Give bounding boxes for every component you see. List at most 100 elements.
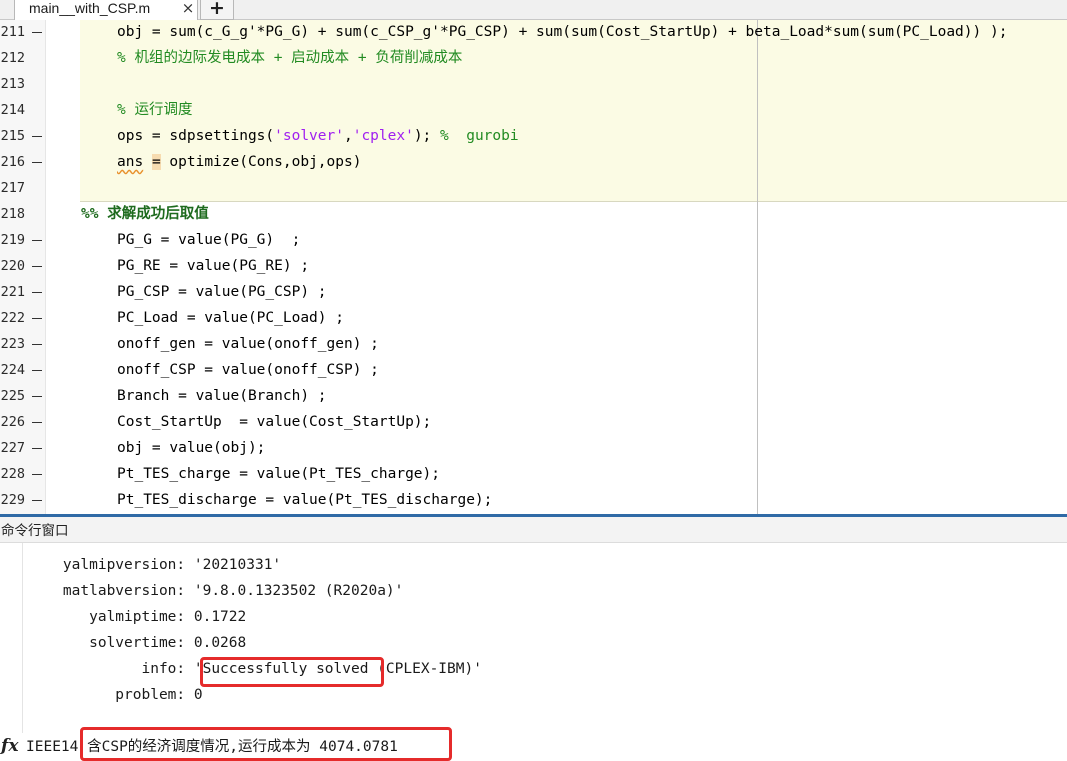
executable-line-marker[interactable] <box>32 448 42 449</box>
executable-line-marker[interactable] <box>32 266 42 267</box>
command-window-title: 命令行窗口 <box>0 517 1067 543</box>
token: onoff_CSP = value(onoff_CSP) ; <box>117 362 379 378</box>
highlight-box-result <box>80 727 452 761</box>
close-icon[interactable]: × <box>179 0 197 18</box>
token: optimize(Cons,obj,ops) <box>160 154 362 170</box>
code-text: onoff_CSP = value(onoff_CSP) ; <box>117 358 379 382</box>
code-line[interactable]: 222 PC_Load = value(PC_Load) ; <box>0 306 1067 332</box>
editor-tab-bar: main__with_CSP.m × + <box>0 0 1067 20</box>
section-header-text: %% 求解成功后取值 <box>81 202 209 226</box>
executable-line-marker[interactable] <box>32 500 42 501</box>
executable-line-marker[interactable] <box>32 136 42 137</box>
code-line[interactable]: 212 % 机组的边际发电成本 + 启动成本 + 负荷削减成本 <box>0 46 1067 72</box>
executable-line-marker[interactable] <box>32 292 42 293</box>
code-line[interactable]: 229 Pt_TES_discharge = value(Pt_TES_disch… <box>0 488 1067 514</box>
code-line[interactable]: 214 % 运行调度 <box>0 98 1067 124</box>
code-text: Cost_StartUp = value(Cost_StartUp); <box>117 410 431 434</box>
line-number: 211 <box>0 24 25 40</box>
token: Pt_TES_charge = value(Pt_TES_charge); <box>117 466 441 482</box>
code-line[interactable]: 215 ops = sdpsettings('solver','cplex'); … <box>0 124 1067 150</box>
token: Pt_TES_discharge = value(Pt_TES_discharg… <box>117 492 493 508</box>
code-line[interactable]: 224 onoff_CSP = value(onoff_CSP) ; <box>0 358 1067 384</box>
executable-line-marker[interactable] <box>32 318 42 319</box>
line-number: 225 <box>0 388 25 404</box>
line-number: 215 <box>0 128 25 144</box>
code-text: PG_CSP = value(PG_CSP) ; <box>117 280 327 304</box>
new-tab-button[interactable]: + <box>200 0 234 20</box>
token-str: 'solver' <box>274 128 344 144</box>
command-window[interactable]: yalmipversion: '20210331' matlabversion:… <box>0 543 1067 761</box>
line-number: 220 <box>0 258 25 274</box>
output-line: matlabversion: '9.8.0.1323502 (R2020a)' <box>28 583 404 599</box>
output-line: yalmipversion: '20210331' <box>28 557 282 573</box>
code-line[interactable]: 216 ans = optimize(Cons,obj,ops) <box>0 150 1067 176</box>
token: % 机组的边际发电成本 + 启动成本 + 负荷削减成本 <box>117 50 463 66</box>
token: onoff_gen = value(onoff_gen) ; <box>117 336 379 352</box>
highlight-box-success <box>200 657 384 687</box>
code-line[interactable]: 220 PG_RE = value(PG_RE) ; <box>0 254 1067 280</box>
line-number: 219 <box>0 232 25 248</box>
code-line[interactable]: 218 %% 求解成功后取值 <box>0 202 1067 228</box>
code-line[interactable]: 227 obj = value(obj); <box>0 436 1067 462</box>
token: obj = sum(c_G_g'*PG_G) + sum(c_CSP_g'*PG… <box>117 24 1008 40</box>
code-line[interactable]: 223 onoff_gen = value(onoff_gen) ; <box>0 332 1067 358</box>
code-text: PG_RE = value(PG_RE) ; <box>117 254 309 278</box>
line-number: 227 <box>0 440 25 456</box>
line-number: 224 <box>0 362 25 378</box>
token: obj = value(obj); <box>117 440 266 456</box>
executable-line-marker[interactable] <box>32 240 42 241</box>
executable-line-marker[interactable] <box>32 32 42 33</box>
code-text: ops = sdpsettings('solver','cplex'); % g… <box>117 124 519 148</box>
line-number: 218 <box>0 206 25 222</box>
comment-text: % 机组的边际发电成本 + 启动成本 + 负荷削减成本 <box>117 46 462 70</box>
code-text: ans = optimize(Cons,obj,ops) <box>117 150 361 174</box>
output-line: yalmiptime: 0.1722 <box>28 609 247 625</box>
token: , <box>343 128 353 144</box>
line-number: 221 <box>0 284 25 300</box>
executable-line-marker[interactable] <box>32 162 42 163</box>
executable-line-marker[interactable] <box>32 370 42 371</box>
line-number: 213 <box>0 76 25 92</box>
code-line[interactable]: 225 Branch = value(Branch) ; <box>0 384 1067 410</box>
code-line[interactable]: 228 Pt_TES_charge = value(Pt_TES_charge); <box>0 462 1067 488</box>
token: ops = sdpsettings( <box>117 128 275 144</box>
code-line[interactable]: 219 PG_G = value(PG_G) ; <box>0 228 1067 254</box>
token-warn: ans <box>117 154 144 170</box>
code-line[interactable]: 217 <box>0 176 1067 202</box>
line-number: 212 <box>0 50 25 66</box>
token: Cost_StartUp = value(Cost_StartUp); <box>117 414 432 430</box>
executable-line-marker[interactable] <box>32 396 42 397</box>
code-line[interactable]: 211 obj = sum(c_G_g'*PG_G) + sum(c_CSP_g'… <box>0 20 1067 46</box>
executable-line-marker[interactable] <box>32 422 42 423</box>
code-line[interactable]: 221 PG_CSP = value(PG_CSP) ; <box>0 280 1067 306</box>
token-str: 'cplex' <box>352 128 414 144</box>
token: PG_CSP = value(PG_CSP) ; <box>117 284 327 300</box>
output-line: problem: 0 <box>28 687 203 703</box>
executable-line-marker[interactable] <box>32 344 42 345</box>
token: PC_Load = value(PC_Load) ; <box>117 310 344 326</box>
token: PG_G = value(PG_G) ; <box>117 232 301 248</box>
line-number: 229 <box>0 492 25 508</box>
code-text: Pt_TES_charge = value(Pt_TES_charge); <box>117 462 440 486</box>
comment-text: % 运行调度 <box>117 98 192 122</box>
line-number: 226 <box>0 414 25 430</box>
token: %% 求解成功后取值 <box>81 206 209 222</box>
token-warn-box: = <box>151 154 161 170</box>
code-text: onoff_gen = value(onoff_gen) ; <box>117 332 379 356</box>
executable-line-marker[interactable] <box>32 474 42 475</box>
code-text: Branch = value(Branch) ; <box>117 384 327 408</box>
line-number: 228 <box>0 466 25 482</box>
file-tab[interactable]: main__with_CSP.m × <box>14 0 198 20</box>
line-number: 217 <box>0 180 25 196</box>
code-line[interactable]: 226 Cost_StartUp = value(Cost_StartUp); <box>0 410 1067 436</box>
token: Branch = value(Branch) ; <box>117 388 327 404</box>
token: PG_RE = value(PG_RE) ; <box>117 258 310 274</box>
code-text: Pt_TES_discharge = value(Pt_TES_discharg… <box>117 488 492 512</box>
code-line[interactable]: 213 <box>0 72 1067 98</box>
token: % 运行调度 <box>117 102 193 118</box>
fx-icon[interactable]: fx <box>1 736 21 758</box>
line-number: 223 <box>0 336 25 352</box>
token-cmt: % gurobi <box>440 128 519 144</box>
code-editor[interactable]: 211 obj = sum(c_G_g'*PG_G) + sum(c_CSP_g'… <box>0 20 1067 514</box>
